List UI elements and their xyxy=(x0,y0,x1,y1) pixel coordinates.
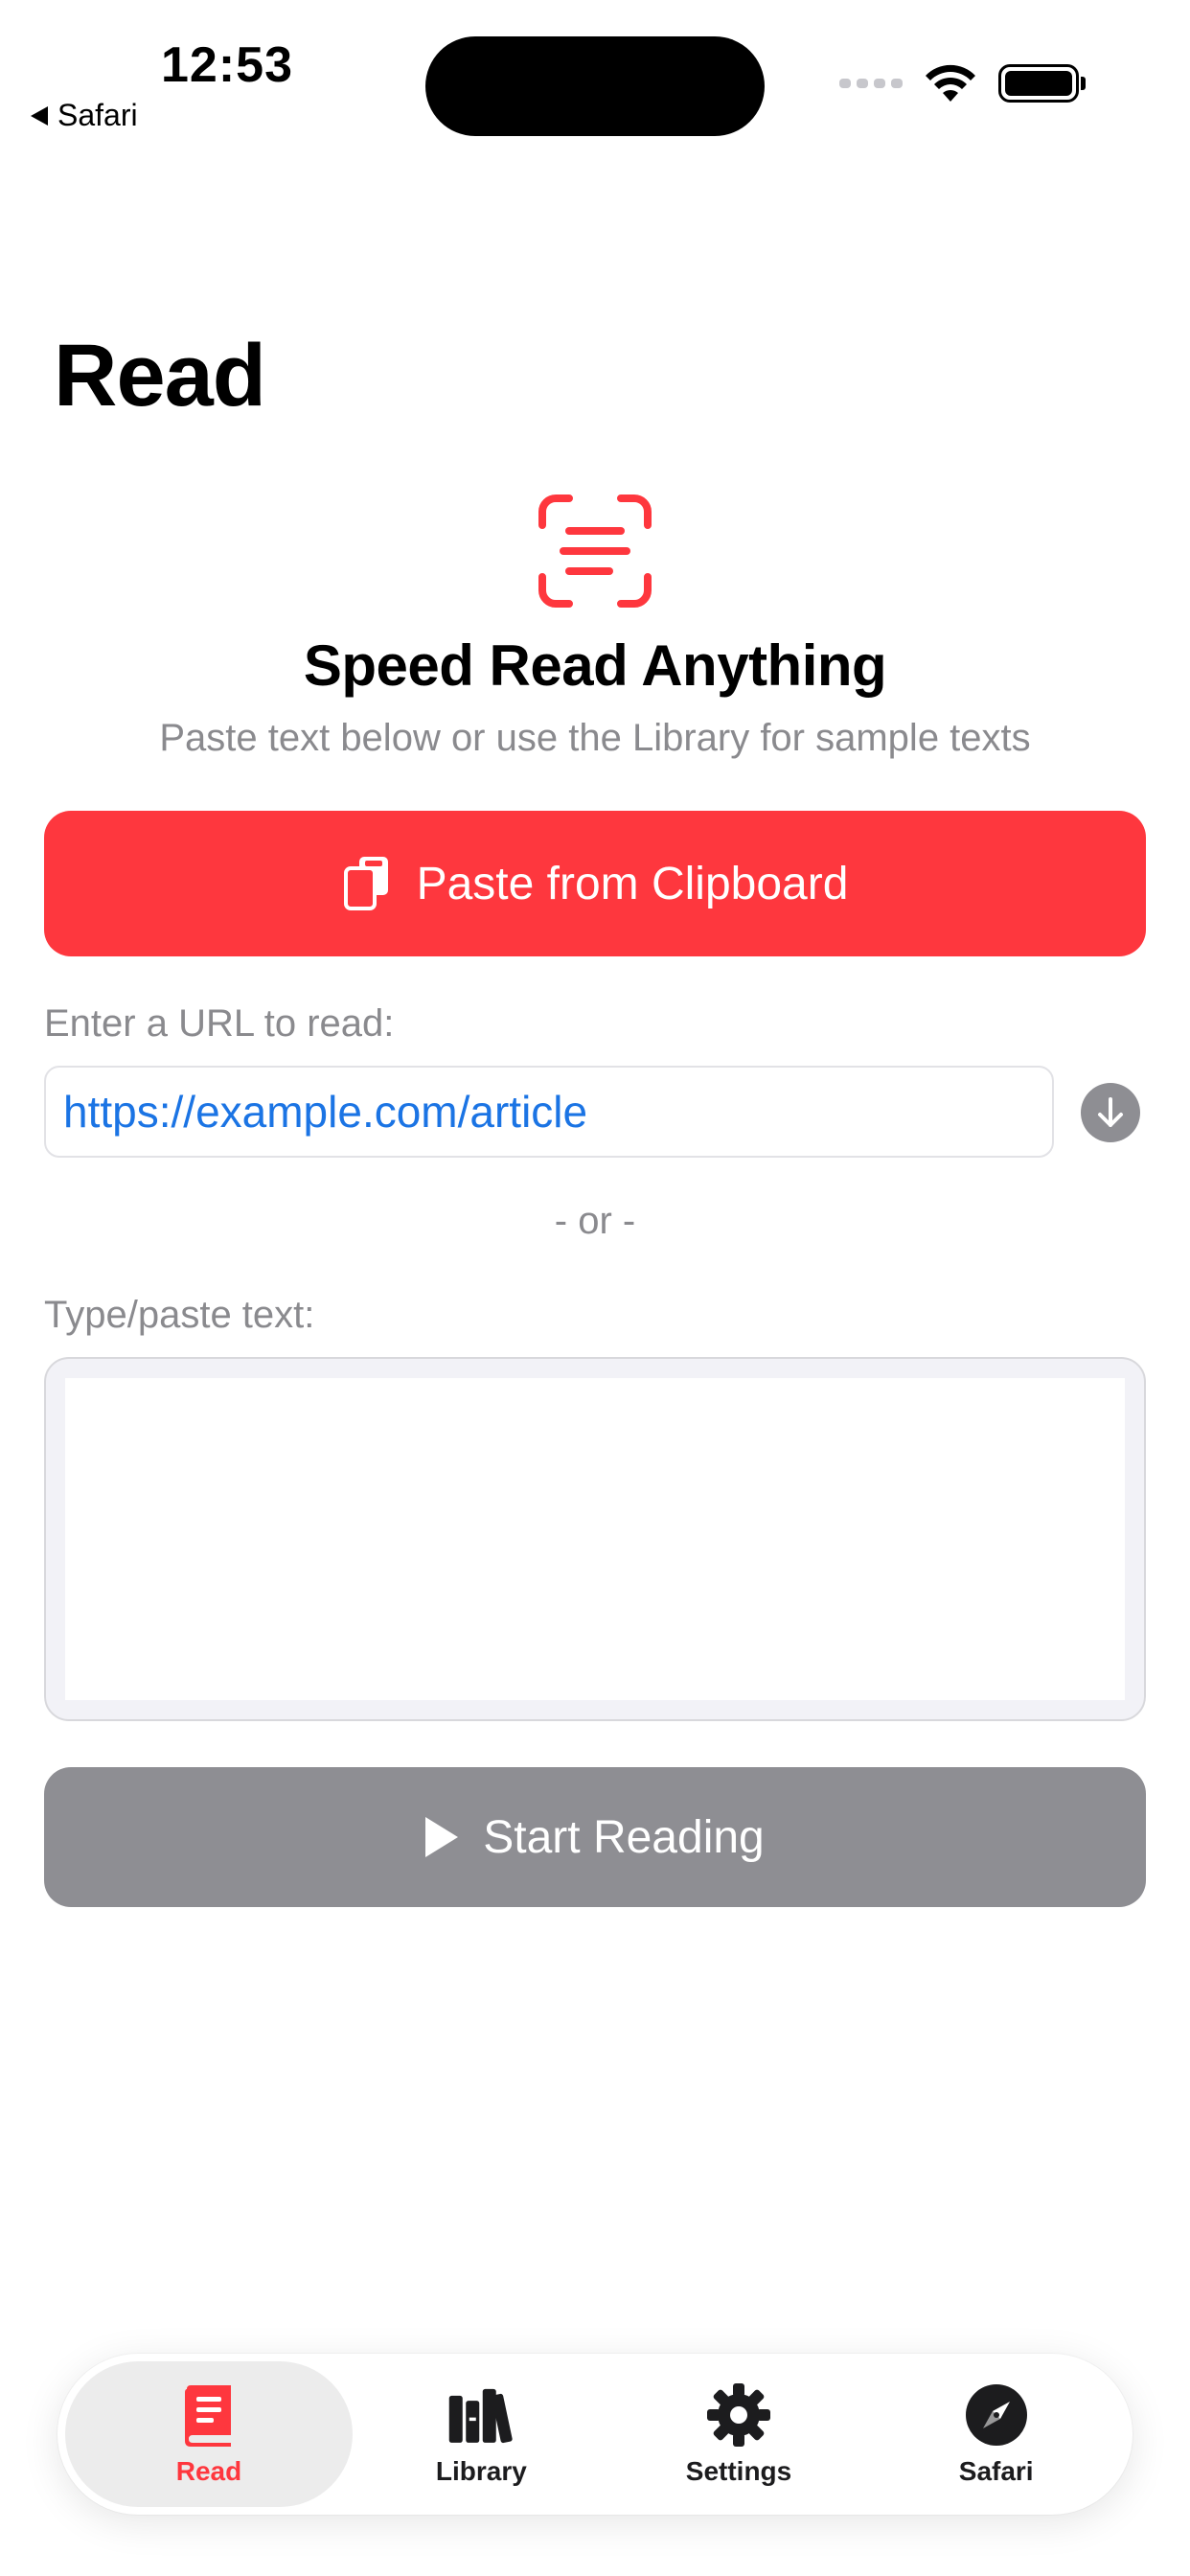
tab-read[interactable]: Read xyxy=(65,2361,353,2507)
tab-read-label: Read xyxy=(175,2456,242,2486)
text-input-frame xyxy=(44,1357,1146,1721)
text-viewfinder-icon xyxy=(538,494,652,608)
book-icon xyxy=(185,2385,231,2447)
compass-icon xyxy=(965,2384,1027,2446)
text-input-label: Type/paste text: xyxy=(44,1294,315,1336)
back-triangle-icon xyxy=(31,105,48,126)
cellular-signal-icon xyxy=(839,79,903,88)
battery-icon xyxy=(998,64,1086,103)
fetch-url-button[interactable] xyxy=(1081,1083,1140,1142)
tab-safari[interactable]: Safari xyxy=(867,2361,1125,2507)
hero-subtitle: Paste text below or use the Library for … xyxy=(159,717,1031,759)
wifi-icon xyxy=(926,64,975,102)
start-reading-label: Start Reading xyxy=(483,1811,765,1863)
books-icon xyxy=(449,2388,513,2444)
paste-button-label: Paste from Clipboard xyxy=(416,858,849,909)
clipboard-icon xyxy=(343,857,388,910)
tab-library-label: Library xyxy=(435,2456,527,2486)
page-title: Read xyxy=(54,327,266,425)
play-icon xyxy=(425,1817,459,1857)
url-input[interactable]: https://example.com/article xyxy=(44,1066,1054,1158)
tab-settings-label: Settings xyxy=(685,2456,792,2486)
text-input[interactable] xyxy=(65,1378,1125,1700)
gear-icon xyxy=(707,2383,770,2447)
tab-settings[interactable]: Settings xyxy=(610,2361,868,2507)
or-divider: - or - xyxy=(554,1200,636,1242)
back-app-label: Safari xyxy=(57,98,138,132)
status-time: 12:53 xyxy=(161,37,293,93)
start-reading-button[interactable]: Start Reading xyxy=(44,1767,1146,1907)
tab-library[interactable]: Library xyxy=(353,2361,610,2507)
tab-bar: Read Library Settings Safari xyxy=(57,2354,1133,2515)
tab-safari-label: Safari xyxy=(958,2456,1034,2486)
hero-heading: Speed Read Anything xyxy=(303,633,887,698)
status-indicators xyxy=(839,63,1086,104)
arrow-down-icon xyxy=(1098,1097,1123,1127)
back-to-app-link[interactable]: Safari xyxy=(31,98,138,133)
url-label: Enter a URL to read: xyxy=(44,1002,395,1045)
paste-from-clipboard-button[interactable]: Paste from Clipboard xyxy=(44,811,1146,956)
dynamic-island xyxy=(425,36,765,136)
